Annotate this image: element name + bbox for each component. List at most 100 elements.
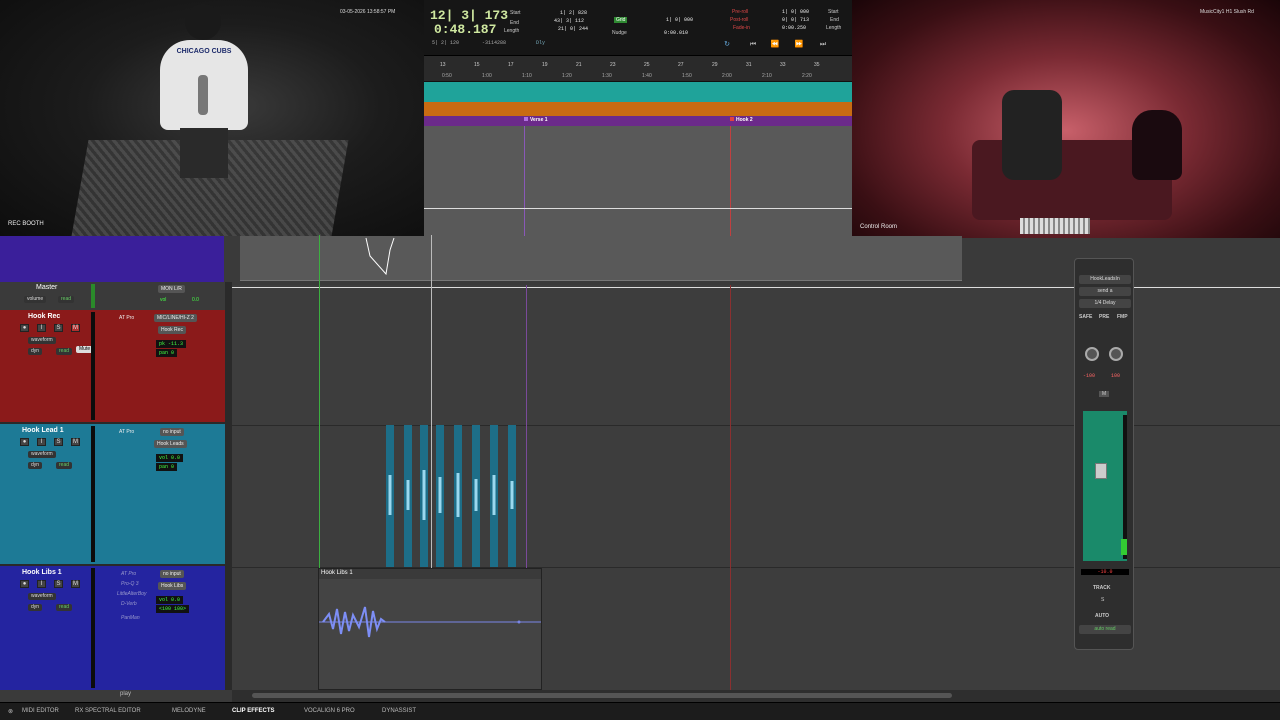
track-name[interactable]: Hook Rec	[28, 313, 60, 320]
insert-slot[interactable]: AT Pro	[116, 314, 137, 322]
safe-button[interactable]: SAFE	[1079, 314, 1092, 320]
automation-mode[interactable]: read	[56, 462, 73, 469]
view-selector[interactable]: waveform	[28, 593, 56, 600]
rewind-icon[interactable]: ⏪	[768, 40, 782, 50]
marker-verse-1[interactable]: Verse 1	[524, 117, 548, 123]
grid-value[interactable]: 1| 0| 000	[666, 17, 693, 23]
master-output[interactable]: MON L/R	[158, 285, 185, 293]
input-selector[interactable]: no input	[160, 428, 184, 436]
insert-slot-4[interactable]: D-Verb	[118, 600, 140, 608]
automation-mode[interactable]: read	[56, 604, 73, 611]
dyn-button[interactable]: dyn	[28, 604, 43, 611]
tab-melodyne[interactable]: MELODYNE	[172, 708, 206, 714]
fmp-button[interactable]: FMP	[1117, 314, 1128, 320]
record-arm-button[interactable]: ●	[20, 580, 29, 588]
dly-button[interactable]: Dly	[536, 40, 545, 46]
nudge-value[interactable]: 0:00.010	[664, 30, 688, 36]
tab-clip-effects[interactable]: CLIP EFFECTS	[232, 708, 275, 714]
mute-button[interactable]: M	[71, 580, 80, 588]
pan-right-value[interactable]: 100	[1111, 373, 1120, 379]
record-arm-button[interactable]: ●	[20, 438, 29, 446]
fadein-label[interactable]: Fade-in	[733, 25, 750, 31]
strip-name[interactable]: HookLeadsIn	[1079, 275, 1131, 284]
tab-rx-spectral-editor[interactable]: RX SPECTRAL EDITOR	[75, 708, 141, 714]
master-view[interactable]: volume	[24, 296, 47, 303]
grid-button[interactable]: Grid	[614, 17, 628, 23]
master-mode[interactable]: read	[58, 296, 75, 303]
upper-edit-area[interactable]	[424, 126, 852, 236]
tab-midi-editor[interactable]: MIDI EDITOR	[22, 708, 59, 714]
track-name[interactable]: Hook Lead 1	[22, 427, 64, 434]
insert-slot-1[interactable]: AT Pro	[118, 570, 139, 578]
view-selector[interactable]: waveform	[28, 337, 56, 344]
track-hook-libs-1[interactable]: Hook Libs 1 ● I S M waveform dyn read AT…	[0, 566, 225, 690]
postroll-label[interactable]: Post-roll	[730, 17, 748, 23]
insert-slot-2[interactable]: Pro-Q 3	[118, 580, 142, 588]
end-value[interactable]: 43| 3| 112	[554, 18, 584, 24]
fast-forward-icon[interactable]: ⏩	[792, 40, 806, 50]
solo-button[interactable]: S	[54, 324, 63, 332]
automation-lane[interactable]	[240, 236, 962, 281]
length-value[interactable]: 21| 0| 244	[558, 26, 588, 32]
timeline-ruler[interactable]: 13 15 17 19 21 23 25 27 29 31 33 35 0:50 1:00 1:10 1:2…	[424, 56, 852, 82]
postroll-value[interactable]: 0| 0| 713	[782, 17, 809, 23]
time-counter[interactable]: 0:48.187	[434, 22, 496, 37]
pre-button[interactable]: PRE	[1099, 314, 1109, 320]
solo-button[interactable]: S	[54, 580, 63, 588]
marker-hook-2[interactable]: Hook 2	[730, 117, 753, 123]
pan-box[interactable]: pan 0	[156, 463, 178, 471]
loop-icon[interactable]: ↻	[720, 40, 734, 50]
key-ruler[interactable]	[424, 102, 852, 116]
insert-slot[interactable]: 1/4 Delay	[1079, 299, 1131, 308]
master-track[interactable]: Master volume read MON L/R vol 0.0	[0, 282, 225, 310]
pan-left-value[interactable]: -100	[1083, 373, 1095, 379]
start-value[interactable]: 1| 2| 828	[560, 10, 587, 16]
master-vol[interactable]: 0.0	[192, 297, 199, 303]
pan-right-knob[interactable]	[1109, 347, 1123, 361]
fadein-value[interactable]: 0:00.250	[782, 25, 806, 31]
output-selector[interactable]: Hook Leads	[154, 440, 187, 448]
track-hook-rec[interactable]: Hook Rec ● I S M waveform dyn read Mute …	[0, 310, 225, 422]
insert-slot-5[interactable]: PanMan	[118, 614, 143, 622]
input-monitor-button[interactable]: I	[37, 580, 46, 588]
tab-dynassist[interactable]: DYNASSIST	[382, 708, 416, 714]
view-selector[interactable]: waveform	[28, 451, 56, 458]
tempo-ruler[interactable]	[424, 82, 852, 102]
mute-button[interactable]: M	[71, 324, 80, 332]
input-selector[interactable]: no input	[160, 570, 184, 578]
track-hook-lead-1[interactable]: Hook Lead 1 ● I S M waveform dyn read AT…	[0, 424, 225, 564]
record-arm-button[interactable]: ●	[20, 324, 29, 332]
volume-fader[interactable]	[1095, 463, 1107, 479]
go-to-end-icon[interactable]: ⏭	[816, 40, 830, 50]
preroll-value[interactable]: 1| 0| 000	[782, 9, 809, 15]
volume-box[interactable]: vol 0.0	[156, 454, 184, 462]
hook-lead-clips[interactable]	[386, 425, 518, 567]
automation-mode[interactable]: auto read	[1079, 625, 1131, 634]
mute-button[interactable]: M	[1099, 391, 1110, 397]
volume-box[interactable]: vol 0.0	[156, 596, 184, 604]
output-selector[interactable]: Hook Rec	[158, 326, 186, 334]
insert-slot[interactable]: AT Pro	[116, 428, 137, 436]
hook-libs-clip[interactable]: Hook Libs 1	[318, 568, 542, 690]
input-selector[interactable]: MIC/LINE/HI-Z 2	[154, 314, 197, 322]
pan-box[interactable]: <100 100>	[156, 605, 190, 613]
horizontal-scrollbar[interactable]	[232, 690, 1280, 702]
send-slot[interactable]: send a	[1079, 287, 1131, 296]
solo-button[interactable]: S	[54, 438, 63, 446]
volume-value[interactable]: -10.0	[1081, 569, 1129, 575]
bars-counter[interactable]: 12| 3| 173	[430, 8, 508, 23]
s-label[interactable]: S	[1101, 597, 1104, 603]
input-monitor-button[interactable]: I	[37, 438, 46, 446]
marker-ruler[interactable]: Verse 1 Hook 2	[424, 116, 852, 126]
input-monitor-button[interactable]: I	[37, 324, 46, 332]
master-name[interactable]: Master	[36, 284, 57, 291]
mute-button[interactable]: M	[71, 438, 80, 446]
output-selector[interactable]: Hook Libs	[158, 582, 187, 590]
dyn-button[interactable]: dyn	[28, 462, 43, 469]
tab-vocalign[interactable]: VOCALIGN 6 PRO	[304, 708, 355, 714]
insert-slot-3[interactable]: LittleAlterBoy	[114, 590, 149, 598]
left-arrow-icon[interactable]: ⊗	[8, 708, 13, 715]
pan-left-knob[interactable]	[1085, 347, 1099, 361]
track-name[interactable]: Hook Libs 1	[22, 569, 62, 576]
return-to-zero-icon[interactable]: ⏮	[746, 40, 760, 50]
